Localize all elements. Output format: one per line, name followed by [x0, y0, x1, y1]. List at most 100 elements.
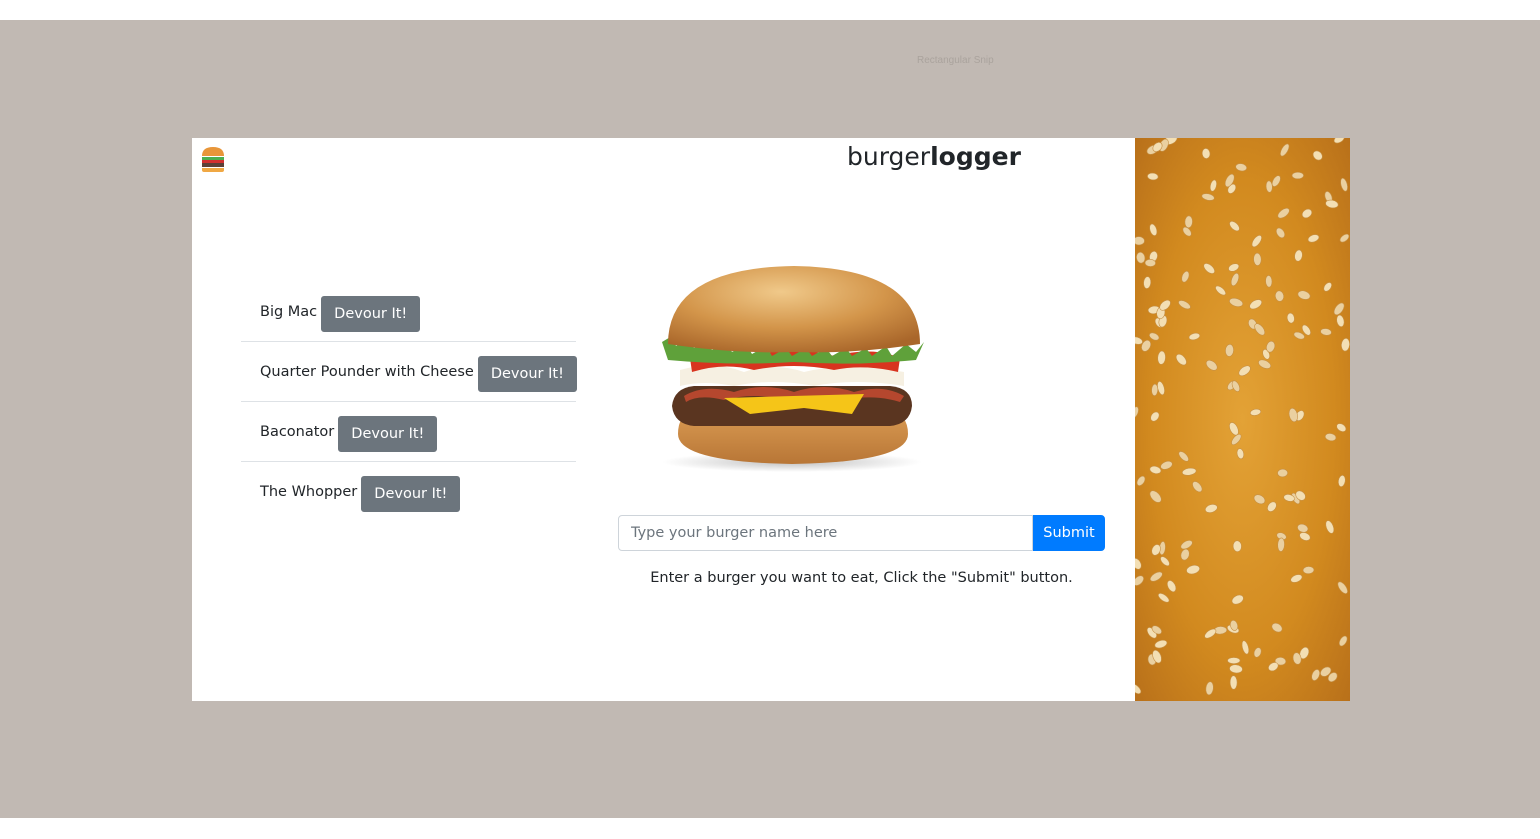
submit-button[interactable]: Submit — [1033, 515, 1105, 551]
sesame-seed — [1192, 481, 1203, 493]
sesame-seed — [1251, 235, 1262, 248]
sesame-seed — [1144, 258, 1156, 267]
burger-icon[interactable] — [201, 146, 225, 172]
sesame-seed — [1336, 314, 1345, 328]
devour-button[interactable]: Devour It! — [321, 295, 421, 332]
sesame-seed — [1178, 300, 1191, 310]
sesame-seed — [1241, 640, 1250, 655]
sesame-seed — [1160, 460, 1173, 470]
sesame-seed — [1339, 233, 1350, 243]
sesame-seed — [1249, 299, 1263, 310]
sesame-seed — [1253, 252, 1262, 266]
sesame-seed — [1180, 548, 1190, 561]
sesame-seed — [1302, 566, 1315, 575]
burger-name: The Whopper — [260, 484, 358, 500]
sesame-seed — [1320, 328, 1332, 336]
sesame-seed — [1205, 681, 1214, 696]
burger-name-input[interactable] — [618, 515, 1033, 551]
sesame-seed — [1337, 581, 1348, 594]
app-window: burgerlogger Big Mac Devour It! Quarter … — [192, 138, 1135, 701]
burger-list: Big Mac Devour It! Quarter Pounder with … — [241, 282, 577, 522]
sesame-seed — [1235, 163, 1248, 172]
sesame-seed — [1157, 350, 1166, 365]
sesame-seed — [1286, 312, 1295, 324]
sesame-seed — [1149, 465, 1162, 474]
sesame-seed — [1166, 580, 1177, 593]
sesame-seed — [1184, 215, 1193, 229]
sesame-seed — [1143, 276, 1152, 289]
sesame-seed — [1265, 180, 1273, 193]
sesame-seed — [1253, 647, 1262, 658]
sesame-seed — [1151, 383, 1159, 396]
sesame-seed — [1136, 475, 1146, 486]
sesame-seed — [1136, 251, 1146, 264]
sesame-seed — [1215, 285, 1227, 296]
sesame-seed — [1338, 475, 1346, 487]
burger-name: Big Mac — [260, 303, 318, 320]
sesame-seed — [1231, 594, 1244, 605]
sesame-seed — [1341, 338, 1350, 352]
sesame-seed-image — [1135, 138, 1350, 701]
devour-button[interactable]: Devour It! — [477, 355, 577, 392]
sesame-seed — [1299, 532, 1311, 541]
brand-title-bold: logger — [930, 142, 1021, 171]
sesame-seed — [1232, 540, 1242, 552]
sesame-seed — [1297, 290, 1311, 300]
sesame-seed — [1253, 494, 1266, 505]
burger-image — [662, 266, 924, 472]
sesame-seed — [1186, 564, 1200, 575]
snip-tool-label: Rectangular Snip — [917, 55, 994, 66]
sesame-seed — [1297, 523, 1309, 533]
devour-button[interactable]: Devour It! — [361, 476, 461, 512]
sesame-seed — [1336, 423, 1347, 432]
sesame-seed — [1175, 353, 1187, 366]
sesame-seed — [1258, 359, 1272, 369]
sesame-seed — [1205, 359, 1218, 371]
sesame-seed — [1147, 172, 1159, 181]
burger-name: Quarter Pounder with Cheese — [260, 363, 474, 380]
sesame-seed — [1228, 263, 1240, 272]
brand-title: burgerlogger — [847, 142, 1021, 171]
sesame-seed — [1271, 622, 1283, 633]
sesame-seed — [1178, 451, 1189, 462]
sesame-seed — [1312, 150, 1323, 161]
sesame-seed — [1290, 574, 1303, 583]
devour-button[interactable]: Devour It! — [338, 415, 438, 452]
list-item: The Whopper Devour It! — [241, 462, 576, 522]
sesame-seed — [1135, 406, 1139, 419]
sesame-seed — [1188, 332, 1201, 341]
sesame-seed — [1324, 433, 1337, 442]
list-item: Baconator Devour It! — [241, 402, 576, 462]
sesame-seed — [1149, 332, 1160, 341]
sesame-seed — [1203, 263, 1215, 274]
sesame-seed — [1149, 490, 1162, 503]
sesame-seed — [1236, 448, 1245, 460]
sesame-seed — [1154, 639, 1168, 649]
sesame-seed — [1340, 177, 1348, 192]
sesame-seed — [1274, 290, 1285, 302]
sesame-seed — [1149, 571, 1163, 582]
sesame-seed — [1160, 556, 1170, 567]
sesame-seed — [1209, 179, 1217, 192]
sesame-seed — [1277, 537, 1285, 552]
sesame-seed — [1277, 207, 1290, 219]
sesame-seed — [1325, 520, 1335, 534]
sesame-seed — [1225, 344, 1234, 357]
sesame-seed — [1333, 302, 1345, 316]
sesame-seed — [1267, 501, 1277, 512]
sesame-seed — [1311, 669, 1321, 681]
sesame-seed — [1275, 227, 1286, 239]
sesame-seed — [1229, 664, 1243, 674]
sesame-seed — [1229, 221, 1240, 232]
sesame-seed — [1135, 558, 1142, 570]
sesame-seed — [1265, 275, 1273, 288]
sesame-seed — [1238, 365, 1251, 377]
sesame-seed — [1201, 148, 1211, 159]
sesame-seed — [1307, 234, 1320, 243]
sesame-seed — [1323, 282, 1332, 292]
burger-name: Baconator — [260, 423, 335, 440]
sesame-seed — [1229, 675, 1238, 690]
burger-form: Submit — [618, 515, 1105, 551]
brand-title-light: burger — [847, 142, 931, 171]
sesame-seed — [1150, 411, 1160, 422]
